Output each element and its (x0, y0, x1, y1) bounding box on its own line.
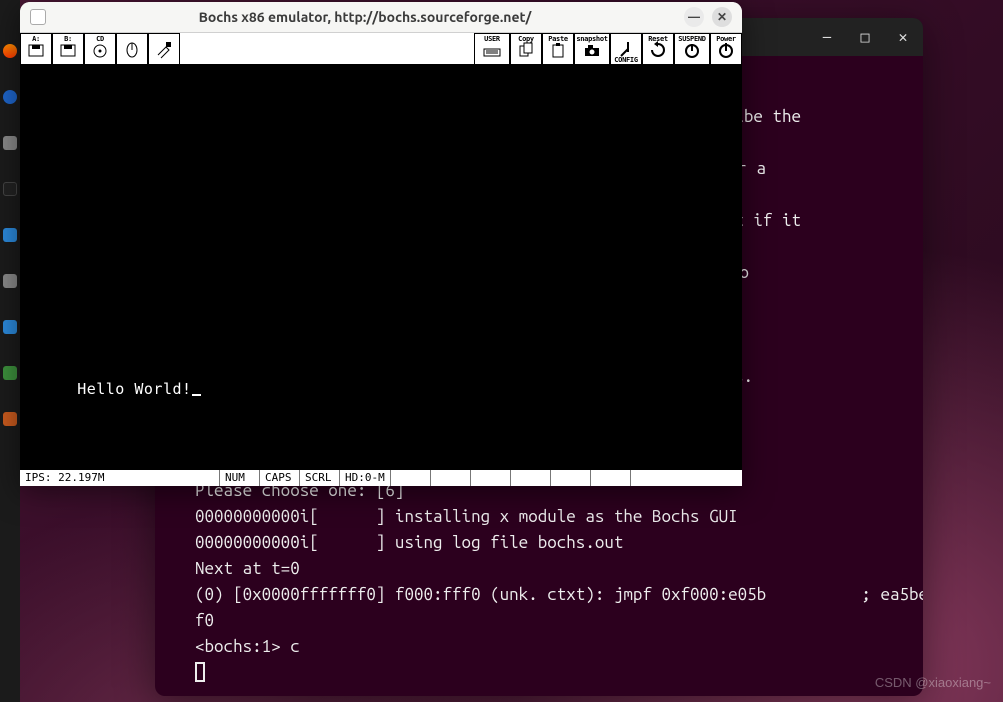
suspend-button[interactable]: SUSPEND (674, 33, 710, 65)
floppy-a-button[interactable]: A: (20, 33, 52, 65)
copy-button[interactable]: Copy (510, 33, 542, 65)
tool-icon (154, 39, 174, 59)
term-line: (0) [0x0000fffffff0] f000:fff0 (unk. ctx… (195, 582, 903, 608)
dock-app-settings[interactable] (3, 274, 17, 288)
vga-text-line: Hello World! (77, 380, 191, 398)
watermark-text: CSDN @xiaoxiang~ (875, 675, 991, 690)
floppy-b-label: B: (53, 35, 83, 43)
term-line: 00000000000i[ ] using log file bochs.out (195, 530, 903, 556)
dock-app-terminal[interactable] (3, 182, 17, 196)
bochs-app-icon (30, 9, 46, 25)
terminal-minimize-button[interactable]: — (819, 24, 835, 50)
floppy-b-button[interactable]: B: (52, 33, 84, 65)
ubuntu-dock (0, 0, 20, 702)
mouse-icon (122, 39, 142, 59)
cdrom-label: CD (85, 35, 115, 43)
snapshot-label: snapshot (575, 35, 609, 43)
floppy-a-label: A: (21, 35, 51, 43)
bochs-toolbar: A: B: CD USER Copy (20, 32, 742, 64)
term-line: <bochs:1> c (195, 634, 903, 660)
dock-app-thunderbird[interactable] (3, 90, 17, 104)
status-blank (431, 470, 471, 486)
bochs-window-title: Bochs x86 emulator, http://bochs.sourcef… (54, 9, 676, 25)
dock-app-blue[interactable] (3, 228, 17, 242)
user-button[interactable]: USER (474, 33, 510, 65)
suspend-label: SUSPEND (675, 35, 709, 43)
status-blank (591, 470, 631, 486)
terminal-close-button[interactable]: ✕ (895, 24, 911, 50)
dock-app-orange[interactable] (3, 412, 17, 426)
status-caps: CAPS (260, 470, 300, 486)
vga-cursor (192, 394, 201, 396)
status-blank (551, 470, 591, 486)
dock-app-firefox[interactable] (3, 44, 17, 58)
status-blank (471, 470, 511, 486)
bochs-minimize-button[interactable]: — (684, 7, 704, 27)
config-button[interactable]: CONFIG (610, 33, 642, 65)
power-label: Power (711, 35, 741, 43)
bochs-close-button[interactable]: ✕ (712, 7, 732, 27)
dock-app-green[interactable] (3, 366, 17, 380)
status-scrl: SCRL (300, 470, 340, 486)
reset-label: Reset (643, 35, 673, 43)
tool-button[interactable] (148, 33, 180, 65)
paste-label: Paste (543, 35, 573, 43)
cdrom-button[interactable]: CD (84, 33, 116, 65)
paste-button[interactable]: Paste (542, 33, 574, 65)
term-line: f0 (195, 608, 903, 634)
status-blank (631, 470, 742, 486)
status-blank (511, 470, 551, 486)
mouse-button[interactable] (116, 33, 148, 65)
bochs-titlebar[interactable]: Bochs x86 emulator, http://bochs.sourcef… (20, 2, 742, 32)
config-label: CONFIG (611, 56, 641, 64)
copy-label: Copy (511, 35, 541, 43)
user-label: USER (475, 35, 509, 43)
status-num: NUM (220, 470, 260, 486)
bochs-status-bar: IPS: 22.197M NUM CAPS SCRL HD:0-M (20, 469, 742, 486)
terminal-maximize-button[interactable]: □ (857, 24, 873, 50)
status-blank (391, 470, 431, 486)
dock-app-editor[interactable] (3, 320, 17, 334)
reset-button[interactable]: Reset (642, 33, 674, 65)
terminal-output-lower: Please choose one: [6]00000000000i[ ] in… (155, 478, 923, 686)
status-ips: IPS: 22.197M (20, 470, 220, 486)
terminal-cursor (195, 662, 205, 682)
dock-app-files[interactable] (3, 136, 17, 150)
term-line: 00000000000i[ ] installing x module as t… (195, 504, 903, 530)
status-hd: HD:0-M (340, 470, 391, 486)
term-line: Next at t=0 (195, 556, 903, 582)
bochs-vga-display: Hello World! (20, 64, 742, 469)
power-button[interactable]: Power (710, 33, 742, 65)
snapshot-button[interactable]: snapshot (574, 33, 610, 65)
bochs-window: Bochs x86 emulator, http://bochs.sourcef… (20, 2, 742, 486)
